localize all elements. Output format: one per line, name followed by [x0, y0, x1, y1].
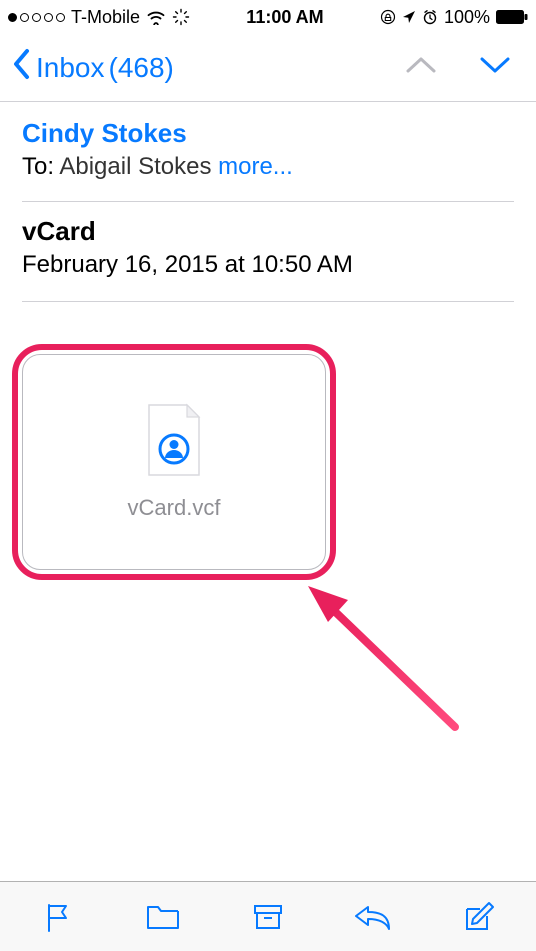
status-right: 100% [380, 7, 528, 28]
message-date: February 16, 2015 at 10:50 AM [22, 251, 514, 279]
chevron-left-icon [12, 47, 32, 88]
vcard-attachment[interactable]: vCard.vcf [22, 354, 326, 570]
battery-icon [496, 10, 528, 24]
wifi-icon [146, 9, 166, 25]
carrier-label: T-Mobile [71, 7, 140, 28]
message-header: Cindy Stokes To: Abigail Stokes more... [0, 102, 536, 195]
reply-button[interactable] [351, 895, 395, 939]
annotation-arrow [290, 572, 470, 742]
status-bar: T-Mobile 11:00 AM 100% [0, 0, 536, 34]
bottom-toolbar [0, 881, 536, 951]
recipient-row: To: Abigail Stokes more... [22, 153, 514, 181]
signal-strength-dots [8, 13, 65, 22]
battery-percent: 100% [444, 7, 490, 28]
unread-count: (468) [109, 52, 174, 84]
back-folder-label: Inbox [36, 52, 105, 84]
subject-text: vCard [22, 216, 514, 247]
more-link[interactable]: more... [218, 153, 293, 180]
orientation-lock-icon [380, 9, 396, 25]
divider [22, 301, 514, 302]
sender-name[interactable]: Cindy Stokes [22, 118, 514, 149]
back-button[interactable]: Inbox (468) [12, 47, 174, 88]
to-label: To: [22, 153, 54, 180]
flag-button[interactable] [36, 895, 80, 939]
next-message-button[interactable] [478, 54, 512, 81]
status-left: T-Mobile [8, 7, 190, 28]
compose-button[interactable] [456, 895, 500, 939]
move-button[interactable] [141, 895, 185, 939]
nav-bar: Inbox (468) [0, 34, 536, 102]
prev-message-button[interactable] [404, 54, 438, 81]
vcard-file-icon [145, 403, 203, 477]
subject-block: vCard February 16, 2015 at 10:50 AM [0, 202, 536, 295]
attachment-filename: vCard.vcf [128, 495, 221, 521]
loading-spinner-icon [172, 8, 190, 26]
location-icon [402, 10, 416, 24]
archive-button[interactable] [246, 895, 290, 939]
status-time: 11:00 AM [246, 7, 323, 28]
recipient-name[interactable]: Abigail Stokes [59, 153, 211, 180]
alarm-icon [422, 9, 438, 25]
